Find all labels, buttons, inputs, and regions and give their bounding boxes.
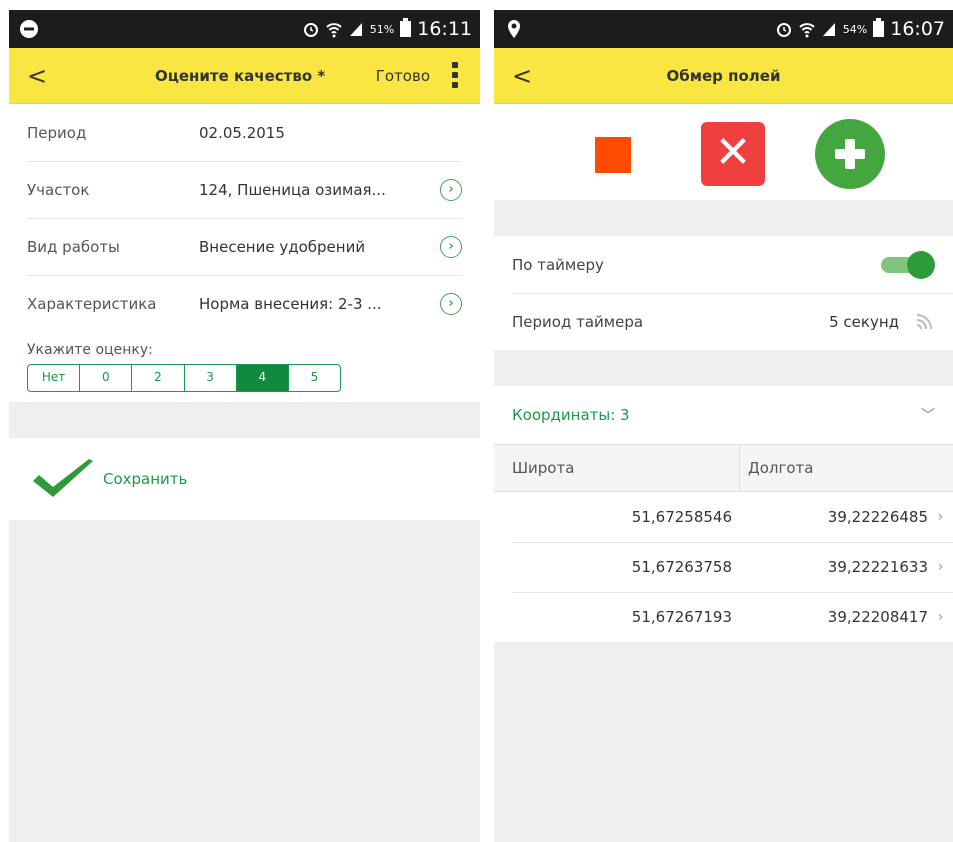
app-bar: < Оцените качество * Готово xyxy=(9,48,480,104)
status-bar: 51% 16:11 xyxy=(9,10,480,48)
open-icon[interactable]: › xyxy=(440,178,462,201)
field-label: Характеристика xyxy=(27,294,157,313)
chevron-right-icon[interactable]: › xyxy=(928,509,953,525)
latitude-cell: 51,67263758 xyxy=(631,558,732,576)
field-label: Участок xyxy=(27,180,90,199)
wifi-icon xyxy=(799,23,815,38)
field-period[interactable]: Период 02.05.2015 xyxy=(9,104,480,161)
chevron-down-icon[interactable]: ﹀ xyxy=(921,405,935,425)
coordinates-count: Координаты: 3 xyxy=(512,406,630,424)
clock: 16:07 xyxy=(890,18,945,40)
field-plot[interactable]: Участок 124, Пшеница озимая... › xyxy=(9,161,480,218)
timer-period-label: Период таймера xyxy=(512,312,644,331)
column-longitude: Долгота xyxy=(748,459,814,477)
left-screen: 51% 16:11 < Оцените качество * Готово Пе… xyxy=(9,10,480,842)
rating-option-selected[interactable]: 4 xyxy=(235,365,288,391)
done-button[interactable]: Готово xyxy=(376,48,430,104)
actions-bar: ✕ xyxy=(494,104,953,200)
right-screen: 54% 16:07 < Обмер полей ✕ По таймеру Пер… xyxy=(494,10,953,842)
timer-toggle-row[interactable]: По таймеру xyxy=(494,236,953,293)
field-label: Период xyxy=(27,123,87,142)
rating-option[interactable]: 5 xyxy=(287,365,340,391)
save-label: Сохранить xyxy=(103,470,188,488)
app-bar: < Обмер полей xyxy=(494,48,953,104)
longitude-cell: 39,22208417 xyxy=(827,608,928,626)
coordinates-table-header: Широта Долгота xyxy=(494,444,953,492)
table-row[interactable]: 51,67263758 39,22221633 › xyxy=(494,542,953,592)
more-menu-icon[interactable] xyxy=(450,62,460,90)
checkmark-icon xyxy=(33,459,93,497)
column-latitude: Широта xyxy=(494,444,740,492)
clock: 16:11 xyxy=(417,18,472,40)
rating-caption: Укажите оценку: xyxy=(27,342,153,358)
save-button[interactable]: Сохранить xyxy=(9,438,480,520)
battery-icon xyxy=(400,18,412,37)
alarm-icon xyxy=(303,23,318,37)
longitude-cell: 39,22221633 xyxy=(827,558,928,576)
open-icon[interactable]: › xyxy=(440,292,462,315)
rating-option[interactable]: 0 xyxy=(79,365,131,391)
field-value[interactable]: 124, Пшеница озимая... xyxy=(199,181,440,199)
alarm-icon xyxy=(776,23,791,37)
signal-waves-icon xyxy=(916,313,932,329)
field-value[interactable]: Внесение удобрений xyxy=(199,238,440,256)
signal-icon xyxy=(822,23,835,36)
location-pin-icon xyxy=(508,20,520,38)
field-label: Вид работы xyxy=(27,237,120,256)
rating-segmented-control: Нет 0 2 3 4 5 xyxy=(27,364,341,392)
field-value[interactable]: Норма внесения: 2-3 ... xyxy=(199,295,440,313)
timer-toggle-switch[interactable] xyxy=(879,250,935,279)
latitude-cell: 51,67267193 xyxy=(631,608,732,626)
signal-icon xyxy=(349,23,362,36)
form-panel: Период 02.05.2015 Участок 124, Пшеница о… xyxy=(9,104,480,402)
timer-period-value[interactable]: 5 секунд xyxy=(829,313,899,331)
open-icon[interactable]: › xyxy=(440,235,462,258)
page-title: Оцените качество * xyxy=(155,67,326,85)
close-icon: ✕ xyxy=(714,127,752,178)
cancel-button[interactable]: ✕ xyxy=(701,122,765,186)
rating-option[interactable]: 2 xyxy=(131,365,183,391)
field-value[interactable]: 02.05.2015 xyxy=(199,124,462,142)
latitude-cell: 51,67258546 xyxy=(631,508,732,526)
page-title: Обмер полей xyxy=(666,67,781,85)
chevron-right-icon[interactable]: › xyxy=(928,559,953,575)
field-characteristic[interactable]: Характеристика Норма внесения: 2-3 ... › xyxy=(9,275,480,332)
back-button[interactable]: < xyxy=(27,61,57,91)
table-row[interactable]: 51,67258546 39,22226485 › xyxy=(494,492,953,542)
battery-icon xyxy=(873,18,885,37)
add-button[interactable] xyxy=(815,119,885,189)
timer-period-row[interactable]: Период таймера 5 секунд xyxy=(494,293,953,350)
rating-option[interactable]: 3 xyxy=(183,365,236,391)
rating-group: Укажите оценку: Нет 0 2 3 4 5 xyxy=(9,332,480,402)
chevron-right-icon[interactable]: › xyxy=(928,609,953,625)
status-bar: 54% 16:07 xyxy=(494,10,953,48)
no-entry-icon xyxy=(20,20,38,38)
battery-percent: 54% xyxy=(842,22,868,36)
field-work-type[interactable]: Вид работы Внесение удобрений › xyxy=(9,218,480,275)
rating-option[interactable]: Нет xyxy=(28,365,79,391)
timer-toggle-label: По таймеру xyxy=(512,255,604,274)
battery-percent: 51% xyxy=(369,22,395,36)
coordinates-section-header[interactable]: Координаты: 3 ﹀ xyxy=(494,386,953,444)
wifi-icon xyxy=(326,23,342,38)
longitude-cell: 39,22226485 xyxy=(827,508,928,526)
table-row[interactable]: 51,67267193 39,22208417 › xyxy=(494,592,953,642)
stop-button[interactable] xyxy=(595,137,631,173)
